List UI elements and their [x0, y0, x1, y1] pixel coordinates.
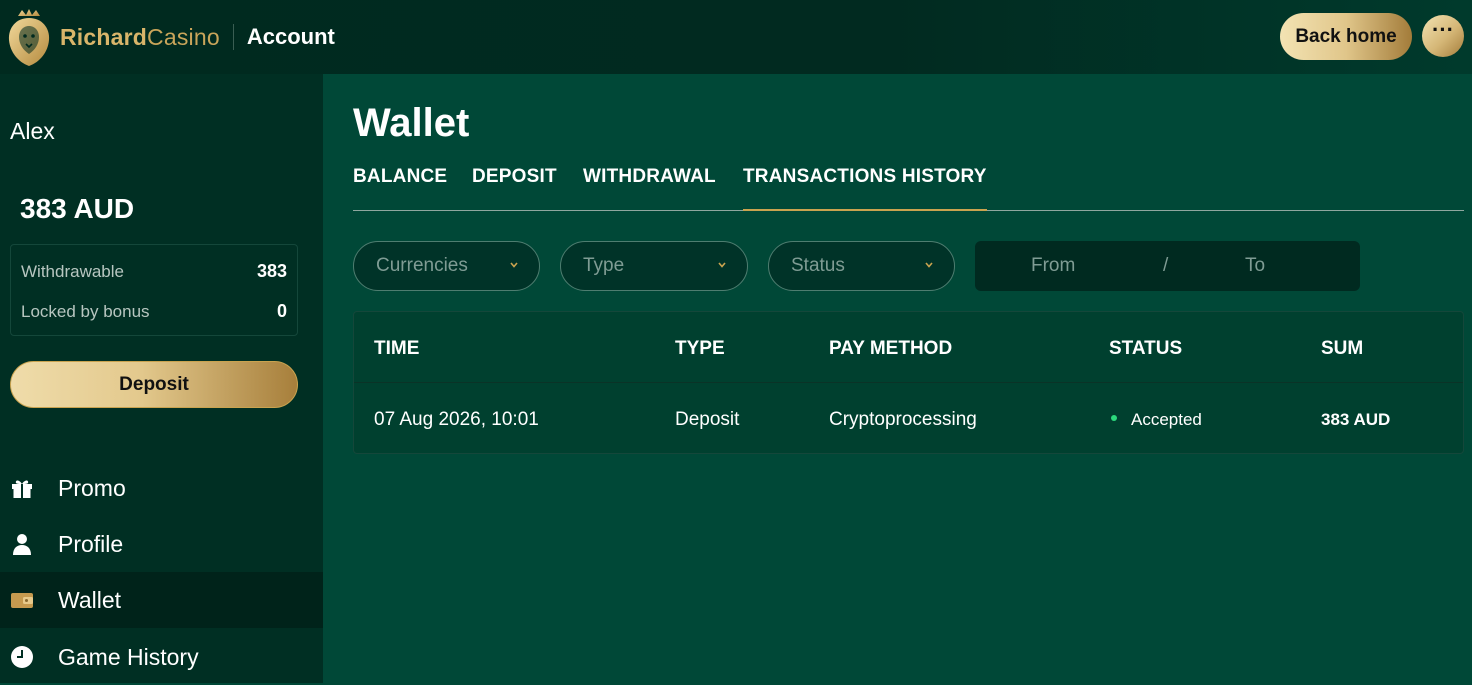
- brand-name-part1: Richard: [60, 23, 148, 50]
- transactions-table: TIME TYPE PAY METHOD STATUS SUM 07 Aug 2…: [353, 311, 1464, 454]
- more-dots-icon: ···: [1432, 17, 1454, 42]
- date-range-picker[interactable]: From / To: [975, 241, 1360, 291]
- lion-logo-icon: [8, 9, 50, 66]
- date-from-input[interactable]: From: [1031, 255, 1075, 277]
- column-sum: SUM: [1321, 338, 1364, 359]
- column-type: TYPE: [675, 338, 725, 359]
- total-balance: 383 AUD: [20, 193, 135, 224]
- row-status: Accepted: [1131, 410, 1202, 429]
- type-filter-label: Type: [583, 255, 625, 276]
- locked-bonus-label: Locked by bonus: [21, 301, 150, 321]
- main-content: Wallet BALANCE DEPOSIT WITHDRAWAL TRANSA…: [323, 74, 1472, 683]
- balance-breakdown: Withdrawable 383 Locked by bonus 0: [10, 244, 298, 336]
- clock-icon: [10, 645, 34, 669]
- row-sum: 383 AUD: [1321, 410, 1391, 429]
- wallet-tabs: BALANCE DEPOSIT WITHDRAWAL TRANSACTIONS …: [353, 164, 1464, 211]
- row-time: 07 Aug 2026, 10:01: [374, 409, 539, 430]
- status-filter[interactable]: Status: [768, 241, 955, 291]
- row-pay-method: Cryptoprocessing: [829, 409, 977, 430]
- tab-transactions-history[interactable]: TRANSACTIONS HISTORY: [743, 164, 987, 211]
- tab-withdrawal[interactable]: WITHDRAWAL: [583, 164, 716, 211]
- header-divider: [232, 24, 234, 50]
- column-time: TIME: [374, 338, 420, 359]
- brand-name: RichardCasino: [60, 24, 220, 51]
- withdrawable-row: Withdrawable 383: [21, 261, 287, 282]
- currencies-filter[interactable]: Currencies: [353, 241, 540, 291]
- tab-deposit[interactable]: DEPOSIT: [472, 164, 557, 211]
- withdrawable-value: 383: [256, 261, 287, 281]
- sidebar-item-label: Game History: [58, 643, 199, 670]
- chevron-down-icon: [718, 262, 726, 268]
- date-to-input[interactable]: To: [1245, 255, 1265, 277]
- back-home-button[interactable]: Back home: [1280, 13, 1412, 60]
- wallet-icon: [10, 588, 34, 612]
- user-icon: [10, 532, 34, 556]
- chevron-down-icon: [925, 262, 933, 268]
- sidebar-item-label: Wallet: [58, 586, 122, 613]
- section-title: Account: [246, 24, 335, 49]
- deposit-button[interactable]: Deposit: [10, 361, 298, 408]
- sidebar-item-label: Profile: [58, 530, 124, 557]
- sidebar: Alex 383 AUD Withdrawable 383 Locked by …: [0, 74, 323, 683]
- brand-name-part2: Casino: [147, 23, 220, 50]
- currencies-filter-label: Currencies: [376, 255, 468, 276]
- date-range-separator: /: [1163, 255, 1169, 276]
- chevron-down-icon: [510, 262, 518, 268]
- gift-icon: [10, 476, 34, 500]
- locked-bonus-value: 0: [276, 301, 287, 321]
- sidebar-item-profile[interactable]: Profile: [0, 516, 323, 572]
- top-bar: RichardCasino Account Back home ···: [0, 0, 1472, 74]
- sidebar-item-promo[interactable]: Promo: [0, 460, 323, 516]
- row-type: Deposit: [675, 409, 740, 430]
- locked-bonus-row: Locked by bonus 0: [21, 301, 287, 322]
- table-header: TIME TYPE PAY METHOD STATUS SUM: [354, 312, 1463, 383]
- status-dot-icon: [1111, 415, 1117, 421]
- sidebar-item-wallet[interactable]: Wallet: [0, 572, 323, 628]
- column-pay-method: PAY METHOD: [829, 338, 953, 359]
- logo[interactable]: RichardCasino: [4, 6, 220, 68]
- page-title: Wallet: [353, 101, 470, 145]
- sidebar-item-game-history[interactable]: Game History: [0, 629, 323, 685]
- withdrawable-label: Withdrawable: [21, 261, 124, 281]
- tab-balance[interactable]: BALANCE: [353, 164, 447, 211]
- status-filter-label: Status: [791, 255, 845, 276]
- username: Alex: [10, 118, 55, 144]
- type-filter[interactable]: Type: [560, 241, 748, 291]
- column-status: STATUS: [1109, 338, 1183, 359]
- more-menu-button[interactable]: ···: [1422, 15, 1464, 57]
- sidebar-item-label: Promo: [58, 474, 126, 501]
